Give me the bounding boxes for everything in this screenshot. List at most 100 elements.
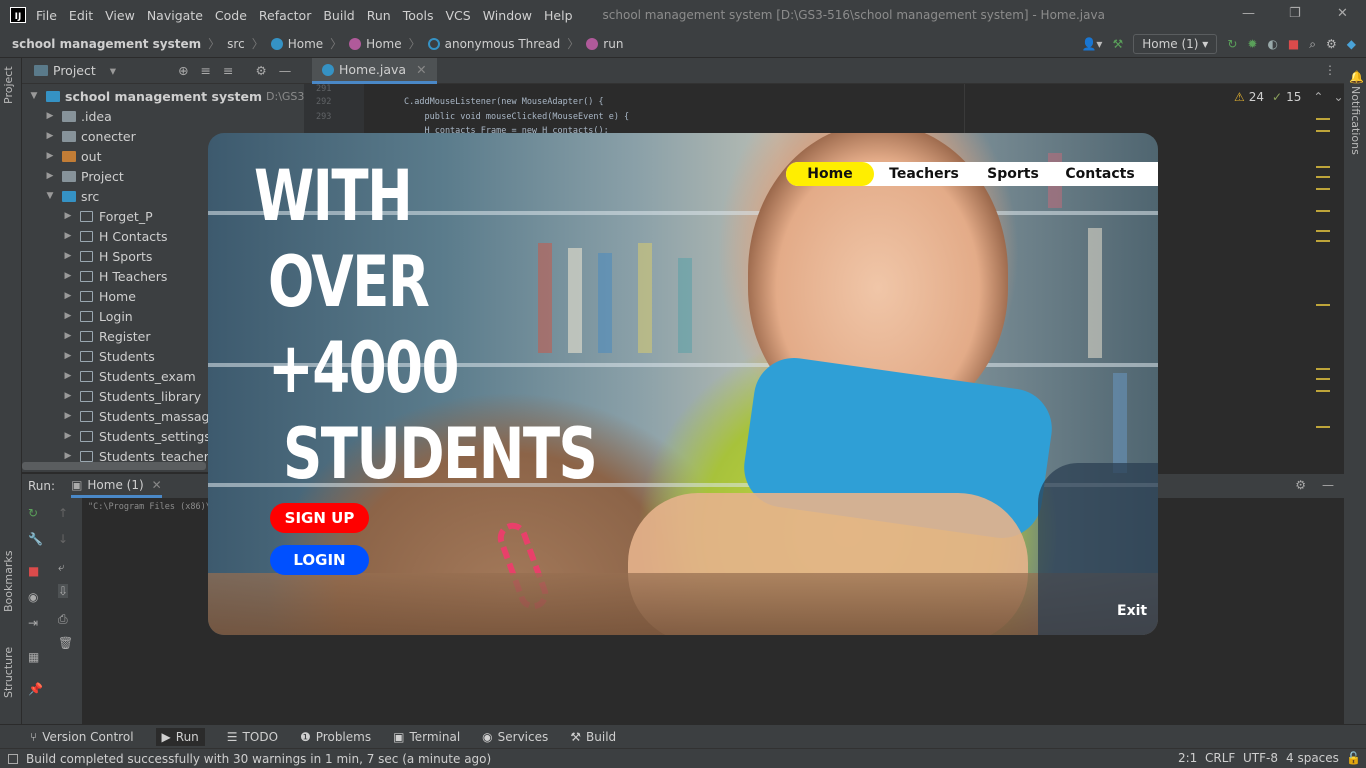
chevron-right-icon[interactable]: ▶	[62, 411, 74, 421]
menu-view[interactable]: View	[105, 8, 135, 23]
tree-item[interactable]: ▶ conecter	[44, 126, 136, 146]
project-view-label[interactable]: Project	[53, 63, 96, 78]
status-message[interactable]: Build completed successfully with 30 war…	[26, 752, 491, 766]
menu-build[interactable]: Build	[323, 8, 354, 23]
warning-marker[interactable]	[1316, 368, 1330, 370]
run-config-selector[interactable]: Home (1) ▾	[1133, 34, 1218, 54]
chevron-right-icon[interactable]: ▶	[62, 331, 74, 341]
tree-item[interactable]: ▶ Students_exam	[62, 366, 196, 386]
gear-icon[interactable]: ⚙	[256, 63, 267, 78]
run-tab[interactable]: ▣ Home (1) ✕	[71, 474, 162, 498]
status-square-icon[interactable]	[8, 753, 18, 764]
chevron-right-icon[interactable]: ▶	[62, 371, 74, 381]
horizontal-scrollbar[interactable]	[22, 462, 206, 470]
chevron-right-icon[interactable]: ▶	[44, 171, 56, 181]
breadcrumb-src[interactable]: src	[227, 37, 245, 51]
menu-help[interactable]: Help	[544, 8, 573, 23]
tab-services[interactable]: ◉ Services	[482, 730, 548, 744]
rerun-icon[interactable]: ↻	[28, 506, 38, 520]
close-icon[interactable]: ✕	[1337, 6, 1348, 21]
tree-item[interactable]: ▶ Students_settings	[62, 426, 211, 446]
chevron-down-icon[interactable]: ▼	[28, 91, 40, 101]
tab-version-control[interactable]: ⑂ Version Control	[30, 730, 134, 744]
collapse-all-icon[interactable]: ≡	[223, 63, 233, 78]
stop-icon[interactable]: ■	[1288, 37, 1299, 51]
bookmarks-tool-tab[interactable]: Bookmarks	[2, 551, 15, 612]
menu-file[interactable]: File	[36, 8, 57, 23]
tree-item[interactable]: ▶ Students_massage	[62, 406, 218, 426]
breadcrumb-home-file[interactable]: Home	[270, 37, 323, 51]
bell-icon[interactable]: 🔔	[1349, 70, 1364, 84]
project-tool-tab[interactable]: Project	[2, 66, 15, 104]
hide-panel-icon[interactable]: —	[279, 63, 292, 78]
tab-home-java[interactable]: Home.java ✕	[312, 58, 437, 84]
minimize-icon[interactable]: —	[1242, 6, 1255, 21]
coverage-icon[interactable]: ◐	[1267, 37, 1277, 51]
chevron-right-icon[interactable]: ▶	[62, 211, 74, 221]
exit-button[interactable]: Exit	[1117, 603, 1147, 619]
close-tab-icon[interactable]: ✕	[152, 478, 162, 492]
menu-tools[interactable]: Tools	[403, 8, 434, 23]
warning-marker[interactable]	[1316, 426, 1330, 428]
line-separator[interactable]: CRLF	[1205, 751, 1235, 765]
tab-build[interactable]: ⚒ Build	[570, 730, 616, 744]
menu-vcs[interactable]: VCS	[446, 8, 471, 23]
menu-navigate[interactable]: Navigate	[147, 8, 203, 23]
camera-icon[interactable]: ◉	[28, 590, 38, 604]
soft-wrap-icon[interactable]: ⤶	[58, 560, 65, 575]
chevron-right-icon[interactable]: ▶	[62, 271, 74, 281]
signup-button[interactable]: SIGN UP	[270, 503, 369, 533]
warning-marker[interactable]	[1316, 188, 1330, 190]
chevron-right-icon[interactable]: ▶	[62, 311, 74, 321]
tab-run[interactable]: ▶ Run	[155, 727, 205, 746]
close-tab-icon[interactable]: ✕	[416, 62, 426, 77]
arrow-down-icon[interactable]: ↓	[58, 532, 68, 546]
tree-item[interactable]: ▶ H Teachers	[62, 266, 168, 286]
gear-icon[interactable]: ⚙	[1295, 478, 1306, 492]
tree-item[interactable]: ▼ src	[44, 186, 100, 206]
tree-item[interactable]: ▶ Project	[44, 166, 124, 186]
chevron-down-icon[interactable]: ⌄	[1333, 90, 1343, 104]
caret-position[interactable]: 2:1	[1178, 751, 1197, 765]
notifications-tool-tab[interactable]: Notifications	[1349, 86, 1362, 155]
warning-marker[interactable]	[1316, 130, 1330, 132]
chevron-right-icon[interactable]: ▶	[44, 111, 56, 121]
user-icon[interactable]: 👤▾	[1081, 37, 1102, 51]
tree-item[interactable]: ▶ Home	[62, 286, 136, 306]
warning-marker[interactable]	[1316, 176, 1330, 178]
indent-setting[interactable]: 4 spaces	[1286, 751, 1339, 765]
tree-item[interactable]: ▶ Forget_P	[62, 206, 153, 226]
menu-code[interactable]: Code	[215, 8, 247, 23]
structure-tool-tab[interactable]: Structure	[2, 647, 15, 698]
breadcrumb-run[interactable]: run	[586, 37, 623, 51]
nav-teachers[interactable]: Teachers	[874, 162, 974, 186]
tree-item[interactable]: ▶ Students	[62, 346, 155, 366]
menu-refactor[interactable]: Refactor	[259, 8, 311, 23]
chevron-right-icon[interactable]: ▶	[62, 451, 74, 461]
scroll-to-end-icon[interactable]: ⇩	[58, 584, 69, 598]
chevron-up-icon[interactable]: ⌃	[1313, 90, 1323, 104]
wrench-icon[interactable]: 🔧	[28, 532, 43, 546]
layout-icon[interactable]: ▦	[28, 650, 39, 664]
print-icon[interactable]: ⎙	[58, 612, 68, 627]
chevron-right-icon[interactable]: ▶	[62, 431, 74, 441]
trash-icon[interactable]: 🗑	[58, 636, 73, 650]
chevron-right-icon[interactable]: ▶	[44, 131, 56, 141]
tree-item[interactable]: ▶ H Contacts	[62, 226, 168, 246]
stop-icon[interactable]: ■	[28, 564, 39, 578]
warning-marker[interactable]	[1316, 240, 1330, 242]
chevron-right-icon[interactable]: ▶	[62, 291, 74, 301]
lock-icon[interactable]: 🔓	[1346, 751, 1361, 765]
warning-marker[interactable]	[1316, 118, 1330, 120]
file-encoding[interactable]: UTF-8	[1243, 751, 1278, 765]
exit-icon[interactable]: ⇥	[28, 616, 38, 630]
login-button[interactable]: LOGIN	[270, 545, 369, 575]
restore-icon[interactable]: ❐	[1289, 6, 1301, 21]
debug-icon[interactable]: ✹	[1247, 37, 1257, 51]
nav-home[interactable]: Home	[786, 162, 874, 186]
warning-marker[interactable]	[1316, 230, 1330, 232]
chevron-down-icon[interactable]: ▼	[44, 191, 56, 201]
tree-item[interactable]: ▶ .idea	[44, 106, 112, 126]
more-options-icon[interactable]: ⋮	[1324, 63, 1336, 77]
warning-marker[interactable]	[1316, 166, 1330, 168]
